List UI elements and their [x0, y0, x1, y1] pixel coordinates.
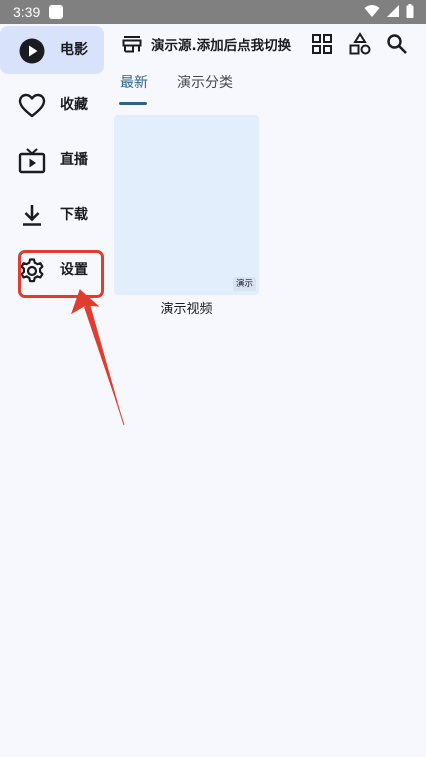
tv-icon: [18, 148, 46, 174]
status-bar: 3:39: [0, 0, 426, 24]
sidebar-item-label: 收藏: [60, 97, 88, 113]
battery-icon: [406, 4, 414, 18]
status-time: 3:39: [13, 4, 41, 20]
sidebar-item-movies[interactable]: 电影: [0, 26, 104, 74]
notification-icon: [49, 5, 63, 19]
sidebar-item-favorites[interactable]: 收藏: [0, 81, 104, 129]
annotation-highlight-box: [18, 250, 104, 298]
heart-icon: [18, 93, 46, 118]
wifi-icon: [364, 5, 380, 17]
sidebar: 电影 收藏 直播 下载 设置: [0, 24, 108, 757]
grid-icon[interactable]: [309, 31, 335, 57]
sidebar-item-label: 直播: [60, 152, 88, 168]
top-bar: 演示源.添加后点我切换: [108, 24, 426, 64]
sidebar-item-label: 下载: [60, 207, 88, 223]
source-icon: [122, 36, 142, 53]
video-card[interactable]: 演示 演示视频: [114, 115, 259, 319]
tab-latest[interactable]: 最新: [120, 73, 148, 93]
tab-indicator: [119, 102, 147, 105]
search-icon[interactable]: [384, 31, 410, 57]
source-title: 演示源.添加后点我切换: [151, 38, 292, 54]
video-title: 演示视频: [160, 302, 213, 317]
category-icon[interactable]: [347, 31, 373, 57]
sidebar-item-downloads[interactable]: 下载: [0, 191, 104, 239]
tab-demo-category[interactable]: 演示分类: [177, 73, 233, 93]
category-tabs: 最新 演示分类: [108, 64, 426, 108]
source-switch-button[interactable]: 演示源.添加后点我切换: [122, 31, 291, 57]
signal-icon: [387, 5, 399, 17]
play-circle-icon: [19, 38, 45, 64]
sidebar-item-live[interactable]: 直播: [0, 136, 104, 184]
video-badge: 演示: [232, 277, 256, 291]
video-thumbnail[interactable]: 演示: [114, 115, 259, 295]
sidebar-item-label: 电影: [60, 42, 88, 58]
download-icon: [23, 205, 41, 226]
system-icons: [364, 4, 414, 18]
